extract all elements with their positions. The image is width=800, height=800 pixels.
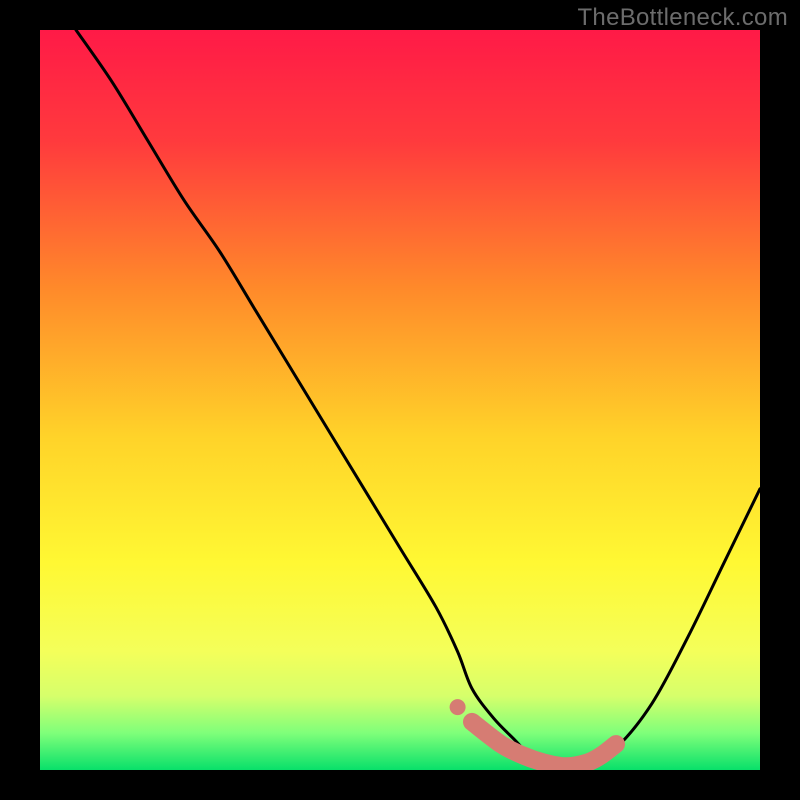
chart-svg [0, 0, 800, 800]
chart-stage: TheBottleneck.com [0, 0, 800, 800]
optimal-range-start-dot [450, 699, 466, 715]
watermark-text: TheBottleneck.com [577, 4, 788, 32]
